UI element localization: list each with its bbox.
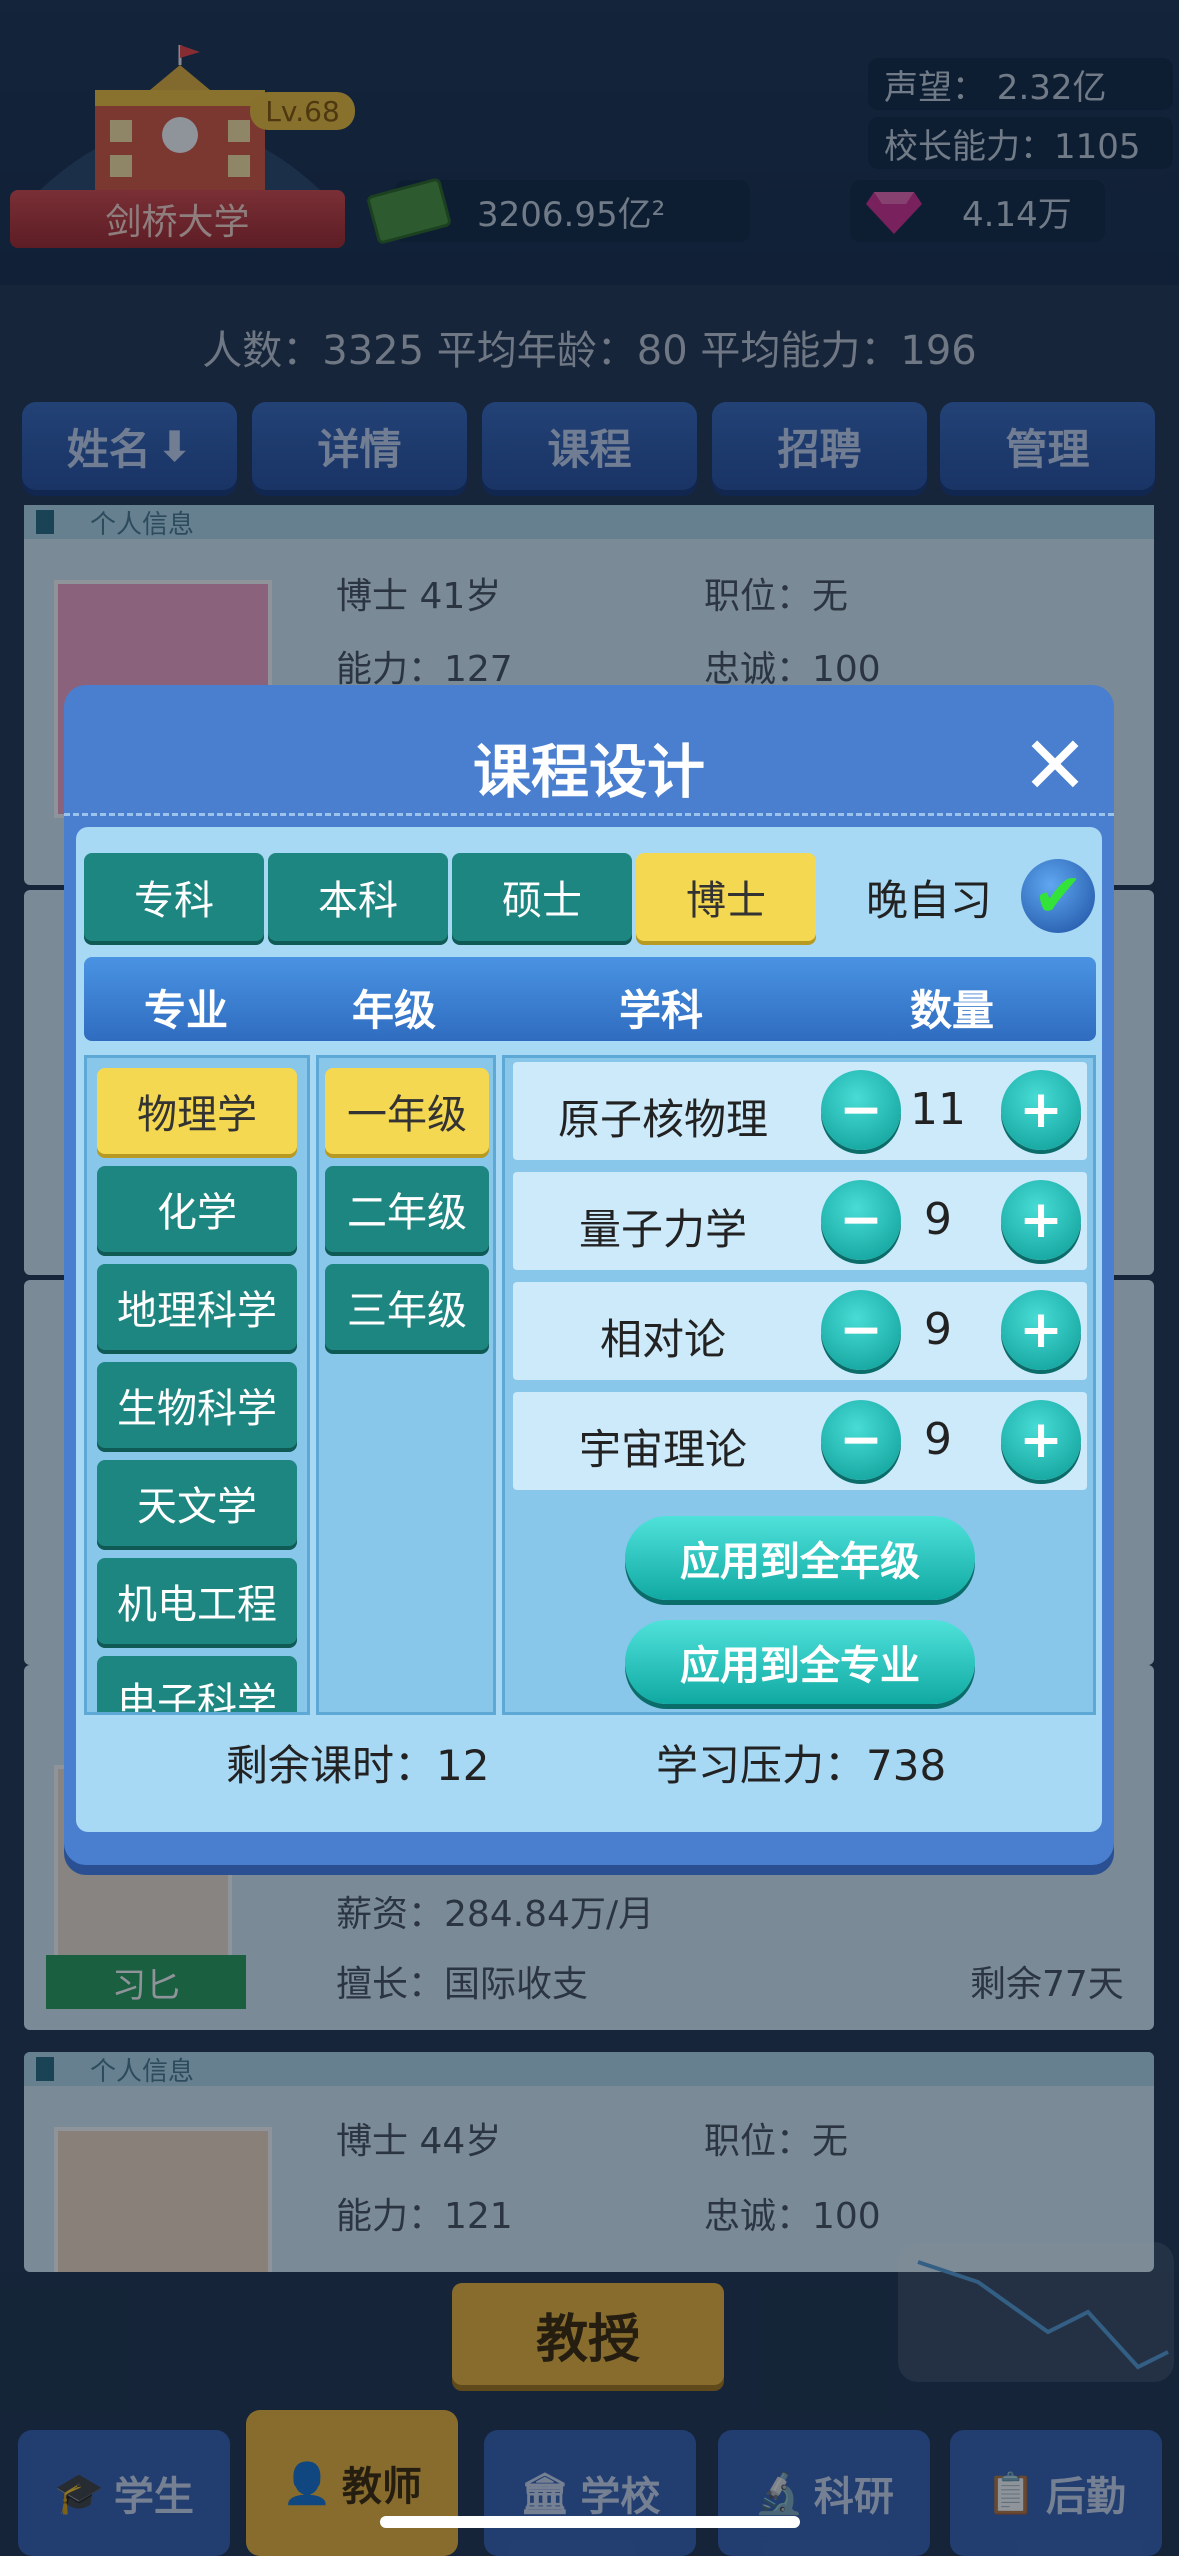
- subject-count: 9: [924, 1304, 952, 1355]
- col-subject: 学科: [619, 986, 704, 1035]
- evening-study-checkbox[interactable]: ✔: [1021, 859, 1095, 933]
- home-indicator[interactable]: [380, 2516, 800, 2528]
- evening-study-label: 晚自习: [866, 876, 993, 925]
- increase-button[interactable]: +: [1001, 1070, 1081, 1150]
- col-major: 专业: [144, 986, 229, 1035]
- subject-count: 9: [924, 1194, 952, 1245]
- degree-tab-master[interactable]: 硕士: [452, 853, 632, 941]
- degree-tab-doctorate[interactable]: 博士: [636, 853, 816, 941]
- degree-tab-associate[interactable]: 专科: [84, 853, 264, 941]
- course-design-dialog: 课程设计 ✕ 专科 本科 硕士 博士 晚自习 ✔ 专业 年级 学科 数量 物理学…: [64, 685, 1114, 1865]
- apply-all-majors-button[interactable]: 应用到全专业: [625, 1620, 975, 1704]
- grade-1[interactable]: 一年级: [325, 1068, 489, 1154]
- increase-button[interactable]: +: [1001, 1400, 1081, 1480]
- degree-tab-bachelor[interactable]: 本科: [268, 853, 448, 941]
- decrease-button[interactable]: −: [821, 1180, 901, 1260]
- subjects-panel: 原子核物理 − 11 + 量子力学 − 9 + 相对论 − 9 + 宇宙理论 −…: [502, 1055, 1096, 1715]
- subject-count: 9: [924, 1414, 952, 1465]
- major-astronomy[interactable]: 天文学: [97, 1460, 297, 1546]
- col-grade: 年级: [352, 986, 437, 1035]
- subject-name: 相对论: [599, 1315, 726, 1364]
- grade-2[interactable]: 二年级: [325, 1166, 489, 1252]
- subject-row: 宇宙理论 − 9 +: [513, 1392, 1087, 1490]
- decrease-button[interactable]: −: [821, 1290, 901, 1370]
- dialog-body: 专科 本科 硕士 博士 晚自习 ✔ 专业 年级 学科 数量 物理学 化学 地理科…: [76, 827, 1102, 1832]
- subject-name: 原子核物理: [557, 1095, 768, 1144]
- dialog-title: 课程设计: [472, 738, 705, 806]
- decrease-button[interactable]: −: [821, 1400, 901, 1480]
- divider: [64, 813, 1114, 816]
- decrease-button[interactable]: −: [821, 1070, 901, 1150]
- major-chemistry[interactable]: 化学: [97, 1166, 297, 1252]
- col-count: 数量: [910, 986, 995, 1035]
- subject-row: 相对论 − 9 +: [513, 1282, 1087, 1380]
- increase-button[interactable]: +: [1001, 1290, 1081, 1370]
- major-geography[interactable]: 地理科学: [97, 1264, 297, 1350]
- subject-row: 量子力学 − 9 +: [513, 1172, 1087, 1270]
- major-biology[interactable]: 生物科学: [97, 1362, 297, 1448]
- majors-list[interactable]: 物理学 化学 地理科学 生物科学 天文学 机电工程 电子科学: [84, 1055, 310, 1715]
- subject-row: 原子核物理 − 11 +: [513, 1062, 1087, 1160]
- remaining-hours: 剩余课时：12: [226, 1741, 490, 1790]
- apply-all-grades-button[interactable]: 应用到全年级: [625, 1516, 975, 1600]
- grade-3[interactable]: 三年级: [325, 1264, 489, 1350]
- grades-list[interactable]: 一年级 二年级 三年级: [316, 1055, 496, 1715]
- subject-name: 宇宙理论: [578, 1425, 747, 1474]
- major-electronics[interactable]: 电子科学: [97, 1656, 297, 1712]
- column-header: 专业 年级 学科 数量: [84, 957, 1096, 1041]
- close-icon[interactable]: ✕: [1014, 725, 1096, 807]
- major-physics[interactable]: 物理学: [97, 1068, 297, 1154]
- major-mechatronics[interactable]: 机电工程: [97, 1558, 297, 1644]
- study-pressure: 学习压力：738: [656, 1741, 947, 1790]
- subject-count: 11: [910, 1084, 966, 1135]
- checkmark-icon: ✔: [1032, 861, 1084, 931]
- increase-button[interactable]: +: [1001, 1180, 1081, 1260]
- subject-name: 量子力学: [578, 1205, 747, 1254]
